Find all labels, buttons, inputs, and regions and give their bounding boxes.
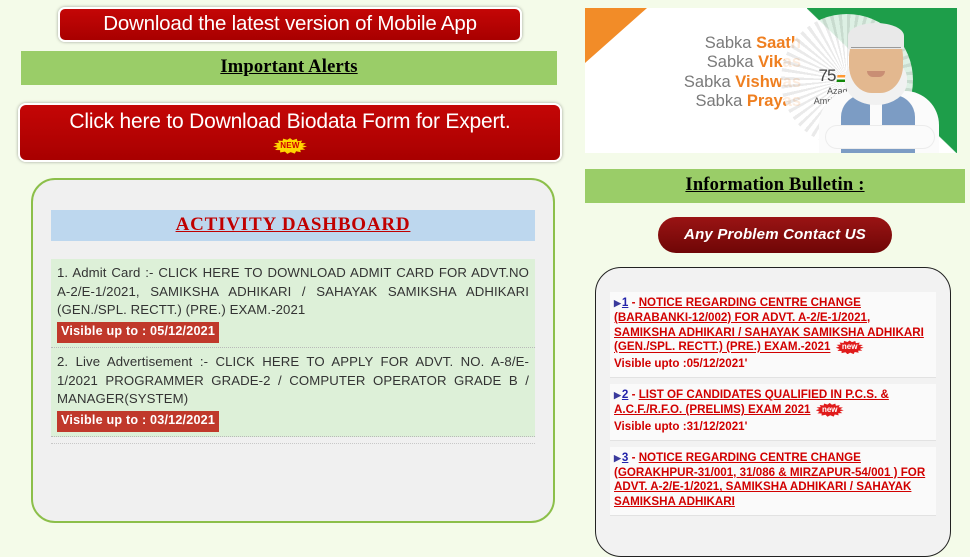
activity-dashboard-inner: ACTIVITY DASHBOARD 1. Admit Card :- CLIC… xyxy=(33,180,553,444)
activity-dashboard-panel: ACTIVITY DASHBOARD 1. Admit Card :- CLIC… xyxy=(31,177,555,523)
slogan-prefix: Sabka xyxy=(683,72,736,91)
bullet-arrow-icon: ▶ xyxy=(614,390,621,401)
biodata-button-label: Click here to Download Biodata Form for … xyxy=(69,109,511,133)
visible-upto-text: Visible upto :05/12/2021' xyxy=(614,357,748,371)
bullet-arrow-icon: ▶ xyxy=(614,298,621,308)
list-item[interactable]: 2. Live Advertisement :- CLICK HERE TO A… xyxy=(51,347,535,437)
slogan-line: Sabka Saath xyxy=(631,34,801,53)
dashboard-item-text: 2. Live Advertisement :- CLICK HERE TO A… xyxy=(57,353,529,407)
dashboard-item-text: 1. Admit Card :- CLICK HERE TO DOWNLOAD … xyxy=(57,264,529,318)
new-badge-icon: NEW xyxy=(273,138,307,154)
left-column: Download the latest version of Mobile Ap… xyxy=(0,0,580,545)
download-mobile-app-button[interactable]: Download the latest version of Mobile Ap… xyxy=(58,7,522,42)
list-item[interactable]: ▶2 - LIST OF CANDIDATES QUALIFIED IN P.C… xyxy=(610,384,936,441)
contact-us-button[interactable]: Any Problem Contact US xyxy=(658,217,892,253)
list-item[interactable]: 1. Admit Card :- CLICK HERE TO DOWNLOAD … xyxy=(51,258,535,348)
slogan-line: Sabka Vishwas xyxy=(631,73,801,92)
information-bulletin-panel: ▶1 - NOTICE REGARDING CENTRE CHANGE (BAR… xyxy=(595,267,951,557)
activity-dashboard-title: ACTIVITY DASHBOARD xyxy=(51,209,535,241)
page-root: Download the latest version of Mobile Ap… xyxy=(0,0,970,557)
bulletin-item-title: NOTICE REGARDING CENTRE CHANGE xyxy=(638,296,861,309)
important-alerts-header: Important Alerts xyxy=(21,50,557,85)
status-badge: Visible up to : 03/12/2021 xyxy=(57,411,220,432)
portrait-arms xyxy=(825,125,935,149)
new-badge-icon: new xyxy=(815,403,844,417)
activity-dashboard-list: 1. Admit Card :- CLICK HERE TO DOWNLOAD … xyxy=(51,258,535,444)
banner-slogan: Sabka Saath Sabka Vikas Sabka Vishwas Sa… xyxy=(631,34,801,112)
information-bulletin-header: Information Bulletin : xyxy=(585,169,965,203)
government-campaign-banner: Sabka Saath Sabka Vikas Sabka Vishwas Sa… xyxy=(585,8,957,153)
information-bulletin-list: ▶1 - NOTICE REGARDING CENTRE CHANGE (BAR… xyxy=(596,268,950,517)
slogan-line: Sabka Vikas xyxy=(631,53,801,72)
bulletin-item-detail: (GORAKHPUR-31/001, 31/086 & MIRZAPUR-54/… xyxy=(614,465,926,509)
bulletin-item-title: LIST OF CANDIDATES QUALIFIED IN P.C.S. &… xyxy=(614,388,889,417)
list-item[interactable]: ▶1 - NOTICE REGARDING CENTRE CHANGE (BAR… xyxy=(610,292,936,379)
download-biodata-form-button[interactable]: Click here to Download Biodata Form for … xyxy=(18,102,562,162)
slogan-prefix: Sabka xyxy=(695,92,747,111)
prime-minister-portrait xyxy=(815,21,943,153)
portrait-hair xyxy=(848,23,904,49)
new-badge-icon: new xyxy=(835,340,864,355)
list-item[interactable]: ▶3 - NOTICE REGARDING CENTRE CHANGE (GOR… xyxy=(610,446,936,517)
portrait-glasses xyxy=(851,47,901,58)
bulletin-item-detail: (BARABANKI-12/002) FOR ADVT. A-2/E-1/202… xyxy=(614,310,924,354)
visible-upto-text: Visible upto :31/12/2021' xyxy=(614,419,748,433)
new-badge-label: new xyxy=(821,405,838,415)
new-badge-label: NEW xyxy=(280,141,300,151)
new-badge-label: new xyxy=(841,342,858,352)
bullet-arrow-icon: ▶ xyxy=(614,452,621,463)
right-column: Sabka Saath Sabka Vikas Sabka Vishwas Sa… xyxy=(580,0,970,557)
slogan-line: Sabka Prayas xyxy=(631,92,801,111)
slogan-prefix: Sabka xyxy=(706,53,759,72)
bulletin-item-title: NOTICE REGARDING CENTRE CHANGE xyxy=(638,450,861,464)
list-divider xyxy=(51,437,535,444)
status-badge: Visible up to : 05/12/2021 xyxy=(57,322,220,343)
slogan-prefix: Sabka xyxy=(704,34,757,52)
